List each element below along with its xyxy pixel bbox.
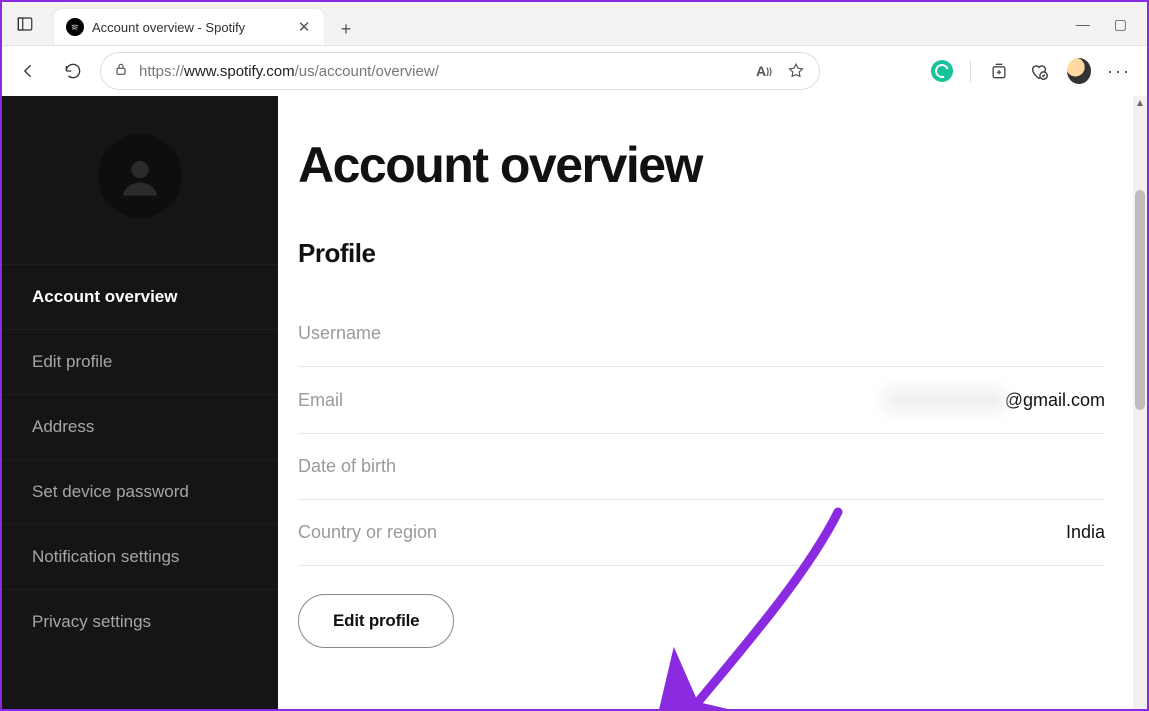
section-title: Profile — [298, 238, 1105, 269]
avatar-placeholder-icon — [98, 134, 182, 218]
more-menu-icon[interactable]: ··· — [1107, 61, 1131, 82]
collections-icon[interactable] — [987, 59, 1011, 83]
dob-label: Date of birth — [298, 456, 396, 477]
account-sidebar: Account overview Edit profile Address Se… — [2, 96, 278, 709]
main-content: Account overview Profile Username Email … — [278, 96, 1133, 709]
browser-toolbar: https://www.spotify.com/us/account/overv… — [2, 46, 1147, 96]
country-label: Country or region — [298, 522, 437, 543]
read-aloud-icon[interactable]: A)) — [753, 60, 775, 82]
profile-avatar-icon[interactable] — [1067, 59, 1091, 83]
lock-icon[interactable] — [113, 61, 129, 82]
email-label: Email — [298, 390, 343, 411]
scrollbar-track[interactable]: ▲ — [1133, 96, 1147, 709]
grammarly-extension-icon[interactable] — [930, 59, 954, 83]
profile-row-dob: Date of birth — [298, 434, 1105, 500]
profile-row-country: Country or region India — [298, 500, 1105, 566]
scrollbar-thumb[interactable] — [1135, 190, 1145, 410]
sidebar-item-account-overview[interactable]: Account overview — [2, 264, 278, 329]
sidebar-item-edit-profile[interactable]: Edit profile — [2, 329, 278, 394]
health-extension-icon[interactable] — [1027, 59, 1051, 83]
browser-titlebar: Account overview - Spotify ✕ + — ▢ — [2, 2, 1147, 46]
sidebar-item-set-device-password[interactable]: Set device password — [2, 459, 278, 524]
refresh-button[interactable] — [56, 54, 90, 88]
new-tab-button[interactable]: + — [330, 13, 362, 45]
url-text: https://www.spotify.com/us/account/overv… — [139, 63, 743, 80]
profile-row-username: Username — [298, 301, 1105, 367]
window-minimize-icon[interactable]: — — [1076, 17, 1090, 31]
window-maximize-icon[interactable]: ▢ — [1114, 17, 1127, 31]
username-label: Username — [298, 323, 381, 344]
toolbar-divider — [970, 60, 971, 82]
favorite-icon[interactable] — [785, 60, 807, 82]
sidebar-item-notification-settings[interactable]: Notification settings — [2, 524, 278, 589]
edit-profile-button[interactable]: Edit profile — [298, 594, 454, 648]
tab-actions-icon[interactable] — [8, 7, 42, 41]
page-title: Account overview — [298, 136, 1105, 194]
scroll-up-icon[interactable]: ▲ — [1133, 96, 1147, 110]
address-bar[interactable]: https://www.spotify.com/us/account/overv… — [100, 52, 820, 90]
sidebar-item-address[interactable]: Address — [2, 394, 278, 459]
tab-close-icon[interactable]: ✕ — [296, 19, 312, 35]
browser-tab-active[interactable]: Account overview - Spotify ✕ — [54, 9, 324, 45]
back-button[interactable] — [12, 54, 46, 88]
window-controls: — ▢ — [1076, 17, 1147, 31]
tab-title: Account overview - Spotify — [92, 20, 288, 35]
sidebar-item-privacy-settings[interactable]: Privacy settings — [2, 589, 278, 654]
spotify-favicon-icon — [66, 18, 84, 36]
email-value: @gmail.com — [885, 389, 1105, 411]
country-value: India — [1066, 522, 1105, 543]
profile-row-email: Email @gmail.com — [298, 367, 1105, 434]
